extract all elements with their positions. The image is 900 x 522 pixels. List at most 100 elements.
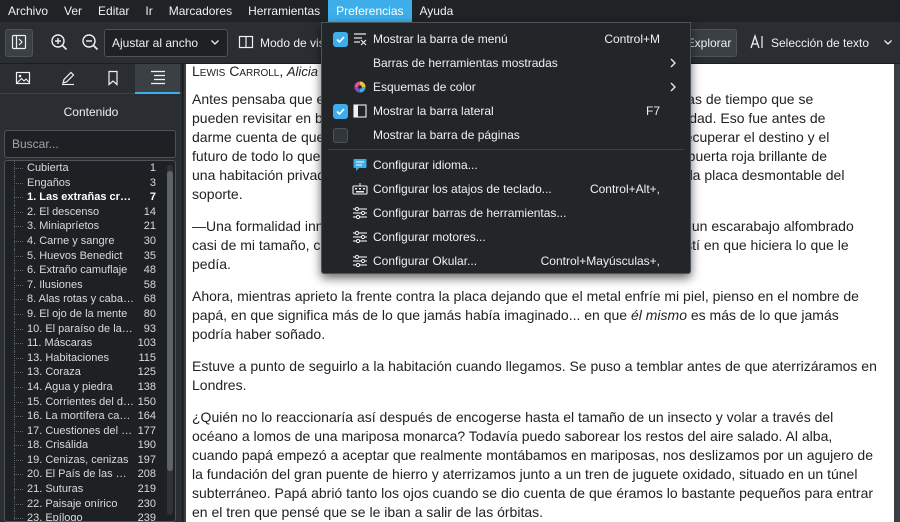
- sidebar: Contenido Cubierta1Engaños31. Las extrañ…: [0, 64, 183, 522]
- toc-item[interactable]: 20. El País de las Maravillas208: [5, 467, 160, 482]
- menu-item-configure-engines[interactable]: Configurar motores...: [322, 225, 690, 249]
- toc-item-page: 3: [149, 176, 156, 189]
- menu-herramientas[interactable]: Herramientas: [240, 0, 328, 22]
- toc-scrollbar-thumb[interactable]: [167, 171, 173, 471]
- toc-item[interactable]: 19. Cenizas, cenizas 197: [5, 452, 160, 468]
- toc-item-title: 21. Suturas: [27, 483, 84, 496]
- toc-item-page: 219: [137, 483, 156, 496]
- toc-item[interactable]: 18. Crisálida 190: [5, 438, 160, 453]
- toc-list: Cubierta 1Engaños31. Las extrañas criatur…: [5, 161, 160, 522]
- text-select-icon: [749, 33, 765, 53]
- header-author: Lewis Carroll,: [192, 64, 284, 79]
- toc-item[interactable]: 15. Corrientes del destino150: [5, 394, 160, 410]
- menu-item-label: Configurar barras de herramientas...: [373, 206, 567, 220]
- toc-item-page: 177: [137, 424, 156, 437]
- toc-item[interactable]: Engaños 3: [5, 175, 160, 191]
- menu-item-toolbars-shown[interactable]: Barras de herramientas mostradas: [322, 51, 690, 75]
- menu-preferencias[interactable]: Preferencias: [328, 0, 412, 22]
- tab-annotations[interactable]: [45, 64, 90, 94]
- toc-item-title: 23. Epílogo: [27, 512, 83, 522]
- toc-item[interactable]: 22. Paisaje onírico 230: [5, 496, 160, 512]
- menu-ir[interactable]: Ir: [137, 0, 160, 22]
- toc-item-title: 18. Crisálida: [27, 439, 89, 452]
- toc-search-input[interactable]: [4, 130, 176, 158]
- toc-item[interactable]: 2. El descenso 14: [5, 204, 160, 220]
- toc-item[interactable]: 17. Cuestiones del corazón177: [5, 423, 160, 439]
- toc-item-title: 6. Extraño camuflaje: [27, 264, 128, 277]
- image-icon: [15, 70, 31, 89]
- p2-line: casi de mi tamaño, cu: [192, 237, 329, 253]
- toc-tree: Cubierta 1Engaños31. Las extrañas criatur…: [4, 160, 176, 522]
- toc-item[interactable]: 11. Máscaras 103: [5, 336, 160, 351]
- toc-item[interactable]: 3. Miniapríetos 21: [5, 219, 160, 234]
- toc-item[interactable]: 23. Epílogo 239: [5, 511, 160, 522]
- toc-item[interactable]: 9. El ojo de la mente 80: [5, 306, 160, 322]
- tab-thumbnails[interactable]: [0, 64, 45, 94]
- toc-item[interactable]: 21. Suturas 219: [5, 482, 160, 497]
- toc-item[interactable]: 7. Ilusiones 58: [5, 277, 160, 293]
- text-selection-button[interactable]: Selección de texto: [749, 29, 893, 57]
- zoom-in-button[interactable]: [47, 29, 71, 57]
- p1-line: una habitación privad: [192, 167, 326, 183]
- menu-item-shortcut: Control+M: [604, 32, 660, 46]
- toc-item[interactable]: 4. Carne y sangre 30: [5, 233, 160, 249]
- configure-icon: [352, 253, 368, 269]
- chevron-right-icon: [668, 81, 678, 96]
- paragraph-3: Ahora, mientras aprieto la frente contra…: [192, 287, 882, 344]
- toc-item-title: 17. Cuestiones del corazón: [27, 424, 134, 437]
- configure-icon: [352, 205, 368, 221]
- menu-marcadores[interactable]: Marcadores: [161, 0, 240, 22]
- toc-item[interactable]: 13. Habitaciones 115: [5, 350, 160, 366]
- view-mode-icon: [238, 34, 254, 53]
- menu-item-show-sidebar[interactable]: Mostrar la barra lateral F7: [322, 99, 690, 123]
- toc-item[interactable]: 14. Agua y piedra 138: [5, 379, 160, 395]
- menu-item-show-pagebar[interactable]: Mostrar la barra de páginas: [322, 123, 690, 147]
- toc-item[interactable]: 6. Extraño camuflaje 48: [5, 263, 160, 278]
- menu-ver[interactable]: Ver: [56, 0, 90, 22]
- toc-item-page: 21: [143, 220, 156, 233]
- color-scheme-icon: [352, 79, 368, 95]
- toc-item-page: 164: [137, 410, 156, 423]
- view-mode-button[interactable]: Modo de vis: [238, 29, 325, 57]
- toggle-sidebar-button[interactable]: [5, 29, 33, 57]
- menu-item-shortcut: F7: [645, 104, 660, 118]
- menu-item-label: Esquemas de color: [373, 80, 476, 94]
- toc-item-title: Cubierta: [27, 162, 69, 174]
- toc-item[interactable]: Cubierta 1: [5, 161, 160, 176]
- toc-item-title: 8. Alas rotas y caballeros: [27, 293, 134, 306]
- tab-bookmarks[interactable]: [90, 64, 135, 94]
- toc-item-title: 22. Paisaje onírico: [27, 497, 118, 510]
- p1-line: futuro de todo lo que: [192, 148, 321, 164]
- toc-item[interactable]: 13. Coraza 125: [5, 365, 160, 380]
- menu-archivo[interactable]: Archivo: [0, 0, 56, 22]
- toc-item-page: 138: [137, 380, 156, 393]
- menu-item-label: Configurar los atajos de teclado...: [373, 182, 552, 196]
- menu-item-configure-language[interactable]: Configurar idioma...: [322, 153, 690, 177]
- menu-item-shortcut: Control+Mayúsculas+,: [540, 254, 660, 268]
- toc-item[interactable]: 10. El paraíso de la mariposa 93: [5, 321, 160, 337]
- zoom-out-button[interactable]: [78, 29, 102, 57]
- toc-item-page: 125: [137, 366, 156, 379]
- menu-item-configure-toolbars[interactable]: Configurar barras de herramientas...: [322, 201, 690, 225]
- menu-item-configure-okular[interactable]: Configurar Okular... Control+Mayúsculas+…: [322, 249, 690, 273]
- toc-item[interactable]: 5. Huevos Benedict 35: [5, 248, 160, 264]
- toc-item-title: 16. La mortífera cazadora: [27, 410, 134, 423]
- menu-editar[interactable]: Editar: [90, 0, 137, 22]
- toc-item[interactable]: 16. La mortífera cazadora164: [5, 409, 160, 424]
- menu-item-show-menubar[interactable]: Mostrar la barra de menú Control+M: [322, 27, 690, 51]
- menu-item-configure-shortcuts[interactable]: Configurar los atajos de teclado... Cont…: [322, 177, 690, 201]
- toc-item-page: 93: [143, 322, 156, 335]
- toc-item[interactable]: 1. Las extrañas criaturas 7: [5, 190, 160, 205]
- toc-item[interactable]: 8. Alas rotas y caballeros 68: [5, 292, 160, 307]
- header-title: Alicia: [286, 64, 318, 79]
- menu-ayuda[interactable]: Ayuda: [412, 0, 462, 22]
- p2-line: pedía.: [192, 256, 231, 272]
- toc-item-page: 1: [149, 162, 156, 174]
- toc-item-title: 10. El paraíso de la mariposa: [27, 322, 134, 335]
- toc-item-page: 239: [137, 512, 156, 522]
- menu-item-color-schemes[interactable]: Esquemas de color: [322, 75, 690, 99]
- explore-label: Explorar: [686, 36, 732, 50]
- zoom-mode-select[interactable]: Ajustar al ancho: [104, 29, 228, 57]
- p2-right: stí en que hiciera lo que le: [685, 237, 849, 253]
- tab-contents[interactable]: [135, 64, 180, 94]
